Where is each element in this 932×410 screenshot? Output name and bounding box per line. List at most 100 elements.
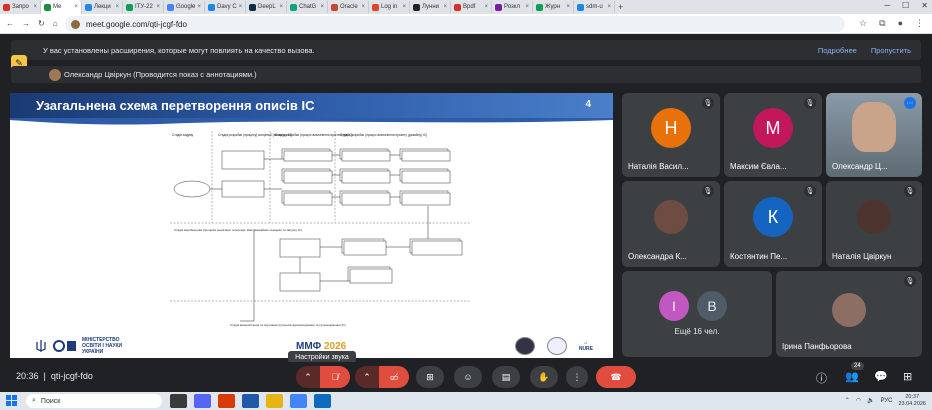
- word-icon[interactable]: [242, 394, 259, 408]
- participant-name: Ірина Панфьорова: [782, 342, 852, 351]
- forward-icon[interactable]: →: [22, 19, 30, 28]
- browser-tab[interactable]: Лекци ×: [82, 1, 123, 13]
- tab-label: DeepL: [258, 4, 276, 10]
- volume-icon[interactable]: 🔈: [867, 397, 874, 404]
- system-tray: ⌃ ◠ 🔈 РУС 20:37 23.04.2026: [845, 394, 926, 407]
- language-indicator[interactable]: РУС: [880, 398, 892, 404]
- microphone-toggle-button[interactable]: 🎙̸: [320, 366, 350, 388]
- details-link[interactable]: Подробнее: [818, 46, 857, 55]
- emoji-reaction-button[interactable]: ☺: [454, 366, 482, 388]
- address-actions: ☆ ⧉ ● ⋮: [859, 18, 924, 29]
- tab-favicon-icon: [372, 3, 379, 11]
- zoom-app-icon[interactable]: [194, 394, 211, 408]
- skip-link[interactable]: Пропустить: [871, 46, 911, 55]
- more-options-button[interactable]: ⋮: [566, 366, 588, 388]
- windows-start-icon[interactable]: [6, 395, 17, 406]
- new-tab-icon[interactable]: +: [618, 2, 623, 12]
- participant-avatar: М: [753, 108, 793, 149]
- raise-hand-button[interactable]: ✋: [530, 366, 558, 388]
- browser-tab[interactable]: Google ×: [164, 1, 205, 13]
- browser-tab[interactable]: Me ×: [41, 0, 82, 14]
- video-options-button[interactable]: ⌃: [355, 366, 379, 388]
- tab-close-icon[interactable]: ×: [484, 4, 488, 10]
- tab-close-icon[interactable]: ×: [115, 4, 119, 10]
- muted-mic-icon: 🎙: [702, 97, 714, 109]
- tray-chevron-icon[interactable]: ⌃: [845, 397, 850, 404]
- browser-tab[interactable]: Oracle ×: [328, 1, 369, 13]
- menu-icon[interactable]: ⋮: [915, 18, 924, 29]
- close-window-icon[interactable]: ✕: [921, 1, 928, 10]
- profile-icon[interactable]: ●: [898, 18, 903, 29]
- muted-mic-icon: 🎙: [904, 185, 916, 197]
- tab-close-icon[interactable]: ×: [320, 4, 324, 10]
- minimize-icon[interactable]: ─: [884, 1, 890, 10]
- chrome-icon[interactable]: [290, 394, 307, 408]
- tab-label: Log in: [381, 4, 398, 10]
- participant-tile[interactable]: К 🎙 Костянтин Пе...: [724, 181, 822, 267]
- tab-close-icon[interactable]: ×: [443, 4, 447, 10]
- reload-icon[interactable]: ↻: [38, 19, 45, 28]
- tab-close-icon[interactable]: ×: [239, 4, 243, 10]
- tab-close-icon[interactable]: ×: [402, 4, 406, 10]
- participant-tile[interactable]: 🎙 Наталія Цвіркун: [826, 181, 922, 267]
- more-participants-tile[interactable]: І В Ещё 16 чел.: [622, 271, 772, 357]
- tab-close-icon[interactable]: ×: [197, 4, 201, 10]
- browser-tab[interactable]: Журн ×: [533, 1, 574, 13]
- browser-tab[interactable]: Запро ×: [0, 1, 41, 13]
- tab-label: Журн: [545, 4, 561, 10]
- activities-icon[interactable]: ⊞: [903, 370, 912, 383]
- browser-tab[interactable]: Розкл ×: [492, 1, 533, 13]
- participant-tile[interactable]: 🎙 Олександра К...: [622, 181, 720, 267]
- tab-close-icon[interactable]: ×: [279, 4, 283, 10]
- browser-tab[interactable]: ChatG ×: [287, 1, 328, 13]
- back-icon[interactable]: ←: [6, 19, 14, 28]
- participant-tile[interactable]: М 🎙 Максим Євла...: [724, 93, 822, 177]
- browser-tab[interactable]: Davy C ×: [205, 1, 246, 13]
- explorer-icon[interactable]: [266, 394, 283, 408]
- site-info-icon[interactable]: [71, 19, 80, 29]
- task-view-icon[interactable]: [170, 394, 187, 408]
- network-icon[interactable]: ◠: [856, 397, 861, 404]
- tab-favicon-icon: [85, 3, 92, 11]
- taskbar-search[interactable]: ⌕ Поиск: [26, 394, 162, 408]
- meeting-time: 20:36: [16, 371, 39, 381]
- mon-emblem-icon: [53, 340, 76, 352]
- tab-label: Me: [53, 4, 62, 10]
- people-icon[interactable]: 👥: [845, 370, 859, 383]
- tab-close-icon[interactable]: ×: [33, 4, 37, 10]
- browser-tab[interactable]: Bpdf ×: [451, 1, 492, 13]
- maximize-icon[interactable]: ☐: [902, 1, 909, 10]
- present-screen-button[interactable]: ⊞: [416, 366, 444, 388]
- browser-tab[interactable]: Log in ×: [369, 1, 410, 13]
- tab-close-icon[interactable]: ×: [74, 4, 78, 10]
- tab-close-icon[interactable]: ×: [361, 4, 365, 10]
- participant-video-tile[interactable]: ⋯ Олександр Ц...: [826, 93, 922, 177]
- home-icon[interactable]: ⌂: [53, 19, 58, 28]
- camera-toggle-button[interactable]: ▭̸: [379, 366, 409, 388]
- captions-button[interactable]: ▤: [492, 366, 520, 388]
- leave-call-button[interactable]: ☎: [596, 366, 636, 388]
- audio-options-button[interactable]: ⌃: [296, 366, 320, 388]
- browser-tab[interactable]: sdm-u ×: [574, 1, 615, 13]
- participant-tile[interactable]: 🎙 Ірина Панфьорова: [776, 271, 922, 357]
- tab-label: sdm-u: [586, 4, 603, 10]
- meeting-info-icon[interactable]: ⓘ: [816, 370, 827, 386]
- url-field[interactable]: meet.google.com/qti-jcgf-fdo: [65, 16, 845, 32]
- clock[interactable]: 20:37 23.04.2026: [898, 394, 926, 407]
- powerpoint-icon[interactable]: [218, 394, 235, 408]
- url-text: meet.google.com/qti-jcgf-fdo: [86, 19, 187, 29]
- tab-close-icon[interactable]: ×: [566, 4, 570, 10]
- browser-tab[interactable]: ІТУ-22 ×: [123, 1, 164, 13]
- meeting-code: qti-jcgf-fdo: [50, 371, 93, 381]
- transformation-diagram: Стадія задуму Стадія розробки (процесу) …: [170, 131, 470, 327]
- tab-close-icon[interactable]: ×: [525, 4, 529, 10]
- edge-icon[interactable]: [314, 394, 331, 408]
- participant-tile[interactable]: Н 🎙 Наталія Васил...: [622, 93, 720, 177]
- chat-icon[interactable]: 💬: [874, 370, 888, 383]
- tab-close-icon[interactable]: ×: [156, 4, 160, 10]
- extensions-icon[interactable]: ⧉: [879, 18, 885, 29]
- browser-tab[interactable]: Лунни ×: [410, 1, 451, 13]
- tab-close-icon[interactable]: ×: [607, 4, 611, 10]
- bookmark-star-icon[interactable]: ☆: [859, 18, 867, 29]
- browser-tab[interactable]: DeepL ×: [246, 1, 287, 13]
